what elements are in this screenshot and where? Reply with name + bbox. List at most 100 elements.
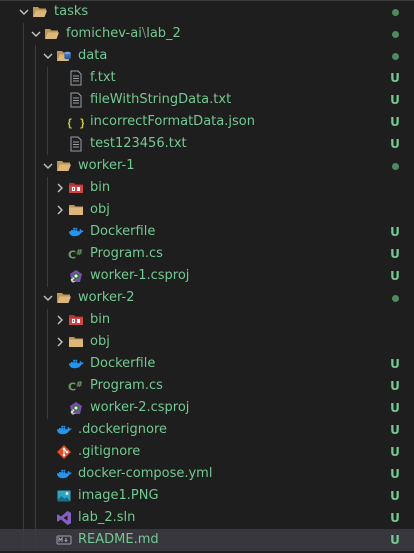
file-item-test123456-txt[interactable]: test123456.txt U	[0, 133, 414, 155]
text-file-icon	[68, 136, 84, 152]
item-label: tasks	[54, 1, 88, 23]
folder-open-icon	[32, 4, 48, 20]
folder-icon	[68, 202, 84, 218]
folder-item-worker-1[interactable]: worker-1	[0, 155, 414, 177]
indent-guide	[23, 23, 24, 551]
file-item-image1-png[interactable]: image1.PNG U	[0, 485, 414, 507]
item-label: Program.cs	[90, 375, 163, 397]
indent-guide	[47, 67, 48, 155]
folder-open-icon	[56, 158, 72, 174]
file-item-dockerfile[interactable]: Dockerfile U	[0, 221, 414, 243]
item-label: .gitignore	[78, 441, 140, 463]
folder-item-obj[interactable]: obj	[0, 199, 414, 221]
chevron-down-icon[interactable]	[28, 23, 44, 45]
item-name: bin	[90, 312, 111, 327]
docker-icon	[56, 466, 72, 482]
file-item-readme-md[interactable]: README.md U	[0, 529, 414, 551]
svg-text:#: #	[76, 380, 83, 389]
untracked-badge: U	[390, 423, 400, 437]
chevron-right-icon[interactable]	[52, 309, 68, 331]
item-name: obj	[90, 334, 110, 349]
file-item-incorrectformatdata-json[interactable]: { } incorrectFormatData.json U	[0, 111, 414, 133]
item-name: README.md	[78, 532, 159, 547]
item-label: fomichev-ai\lab_2	[66, 23, 181, 45]
chevron-right-icon[interactable]	[52, 177, 68, 199]
text-file-icon	[68, 70, 84, 86]
item-name: lab_2.sln	[78, 510, 136, 525]
folder-open-icon	[56, 290, 72, 306]
item-name: f.txt	[90, 70, 116, 85]
folder-item-data[interactable]: data	[0, 45, 414, 67]
item-name: docker-compose.yml	[78, 466, 213, 481]
docker-icon	[68, 224, 84, 240]
untracked-badge: U	[390, 489, 400, 503]
visual-studio-icon	[56, 510, 72, 526]
item-name: data	[78, 48, 108, 63]
text-file-icon	[68, 92, 84, 108]
csharp-icon: C #	[68, 378, 84, 394]
file-item-worker-2-csproj[interactable]: C# worker-2.csproj U	[0, 397, 414, 419]
chevron-right-icon[interactable]	[52, 199, 68, 221]
indent-guide	[47, 177, 48, 287]
folder-item-fomichev-ai-lab-2[interactable]: fomichev-ai\lab_2	[0, 23, 414, 45]
item-name: Program.cs	[90, 378, 163, 393]
file-item-docker-compose-yml[interactable]: docker-compose.yml U	[0, 463, 414, 485]
modified-dot-icon	[392, 9, 399, 16]
compact-folder-suffix: lab_2	[146, 26, 181, 41]
item-label: worker-1	[78, 155, 134, 177]
item-name: tasks	[54, 4, 89, 19]
file-item-program-cs[interactable]: C # Program.cs U	[0, 243, 414, 265]
file-item-lab-2-sln[interactable]: lab_2.sln U	[0, 507, 414, 529]
chevron-down-icon[interactable]	[40, 155, 56, 177]
modified-dot-icon	[392, 295, 399, 302]
chevron-right-icon[interactable]	[52, 331, 68, 353]
chevron-down-icon[interactable]	[40, 287, 56, 309]
data-folder-icon	[56, 48, 72, 64]
file-item-dockerignore[interactable]: .dockerignore U	[0, 419, 414, 441]
item-name: fileWithStringData.txt	[90, 92, 232, 107]
svg-text:C#: C#	[70, 410, 77, 415]
file-item-program-cs[interactable]: C # Program.cs U	[0, 375, 414, 397]
folder-icon	[68, 334, 84, 350]
item-name: incorrectFormatData.json	[90, 114, 255, 129]
folder-item-bin[interactable]: bin	[0, 309, 414, 331]
folder-item-tasks[interactable]: tasks	[0, 1, 414, 23]
untracked-badge: U	[390, 71, 400, 85]
untracked-badge: U	[390, 137, 400, 151]
file-item-dockerfile[interactable]: Dockerfile U	[0, 353, 414, 375]
docker-icon	[68, 356, 84, 372]
untracked-badge: U	[390, 225, 400, 239]
item-label: test123456.txt	[90, 133, 187, 155]
chevron-down-icon[interactable]	[16, 1, 32, 23]
csproj-icon: C#	[68, 400, 84, 416]
item-label: lab_2.sln	[78, 507, 135, 529]
untracked-badge: U	[390, 357, 400, 371]
untracked-badge: U	[390, 115, 400, 129]
svg-text:{ }: { }	[68, 117, 84, 130]
folder-item-bin[interactable]: bin	[0, 177, 414, 199]
item-label: data	[78, 45, 107, 67]
svg-text:C#: C#	[70, 278, 77, 283]
file-item-f-txt[interactable]: f.txt U	[0, 67, 414, 89]
chevron-down-icon[interactable]	[40, 45, 56, 67]
file-item-gitignore[interactable]: .gitignore U	[0, 441, 414, 463]
file-item-filewithstringdata-txt[interactable]: fileWithStringData.txt U	[0, 89, 414, 111]
modified-dot-icon	[392, 163, 399, 170]
file-item-worker-1-csproj[interactable]: C# worker-1.csproj U	[0, 265, 414, 287]
item-label: bin	[90, 177, 110, 199]
indent-guide	[35, 45, 36, 551]
folder-item-obj[interactable]: obj	[0, 331, 414, 353]
folder-item-worker-2[interactable]: worker-2	[0, 287, 414, 309]
item-name: bin	[90, 180, 111, 195]
json-file-icon: { }	[68, 114, 84, 130]
item-label: Dockerfile	[90, 353, 155, 375]
modified-dot-icon	[392, 53, 399, 60]
